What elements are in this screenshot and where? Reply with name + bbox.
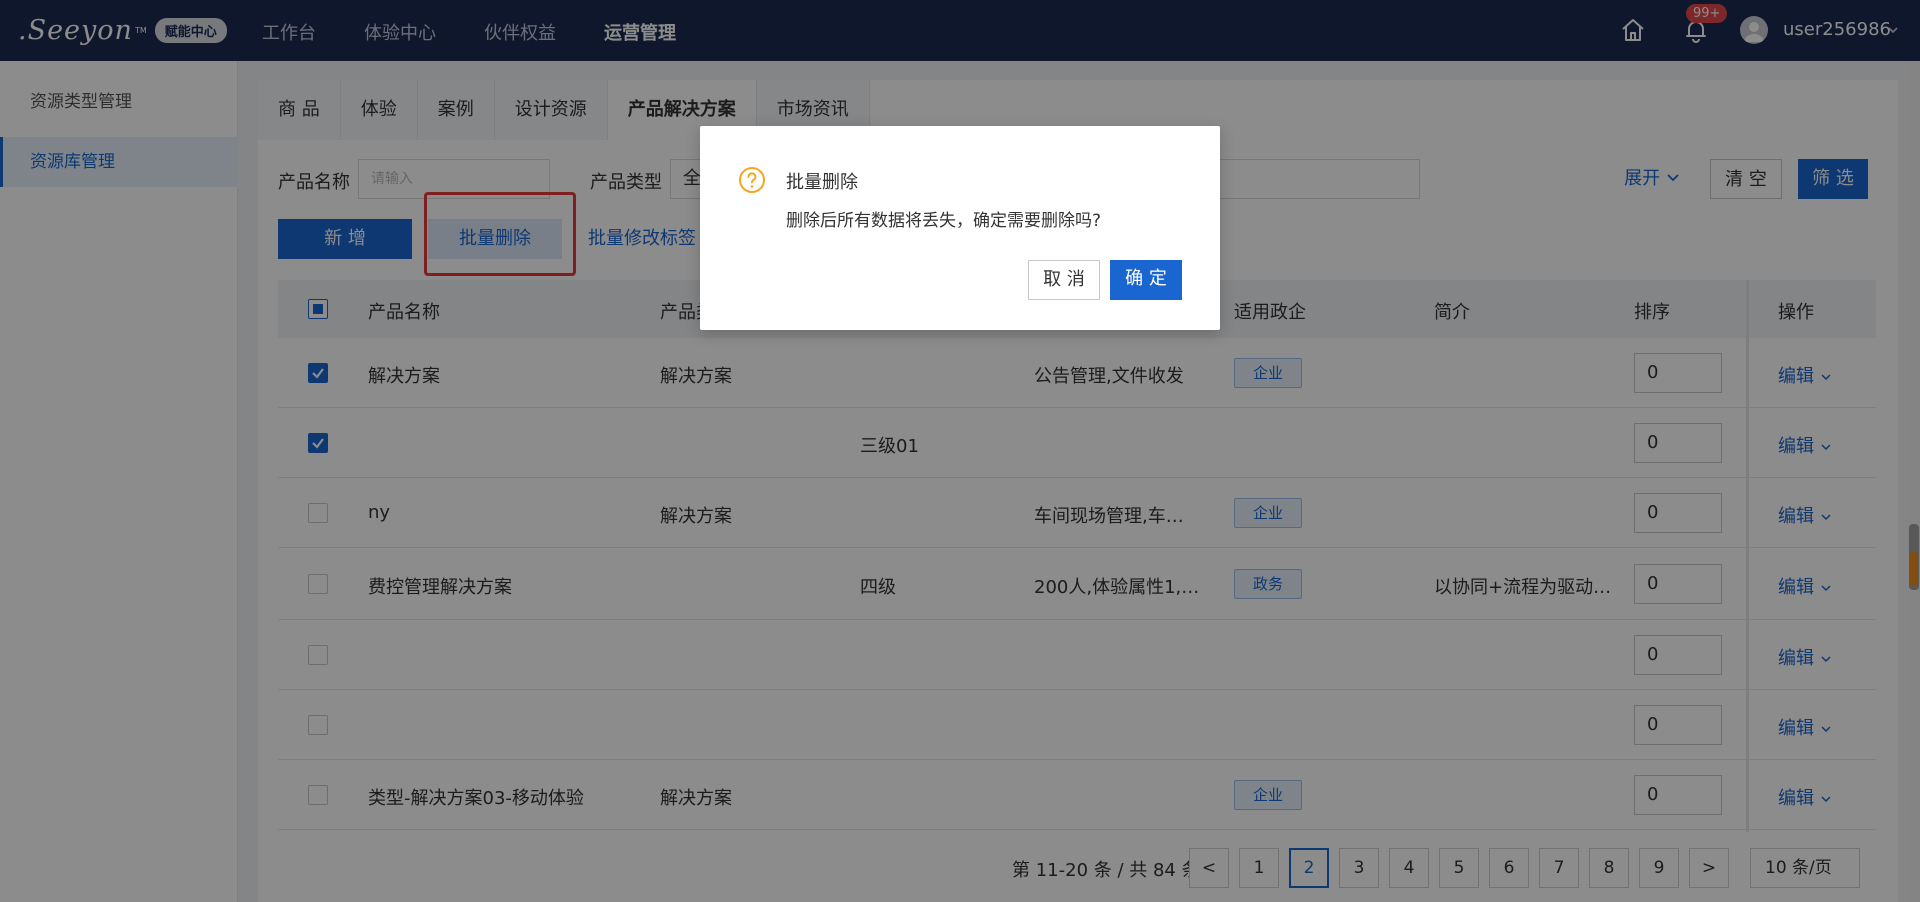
question-icon (739, 167, 765, 193)
dialog-message: 删除后所有数据将丢失，确定需要删除吗? (786, 211, 1102, 231)
confirm-button[interactable]: 确 定 (1110, 260, 1182, 300)
dialog-title: 批量删除 (786, 172, 858, 193)
cancel-button[interactable]: 取 消 (1028, 260, 1100, 300)
confirm-dialog: 批量删除 删除后所有数据将丢失，确定需要删除吗? 取 消 确 定 (700, 126, 1220, 330)
